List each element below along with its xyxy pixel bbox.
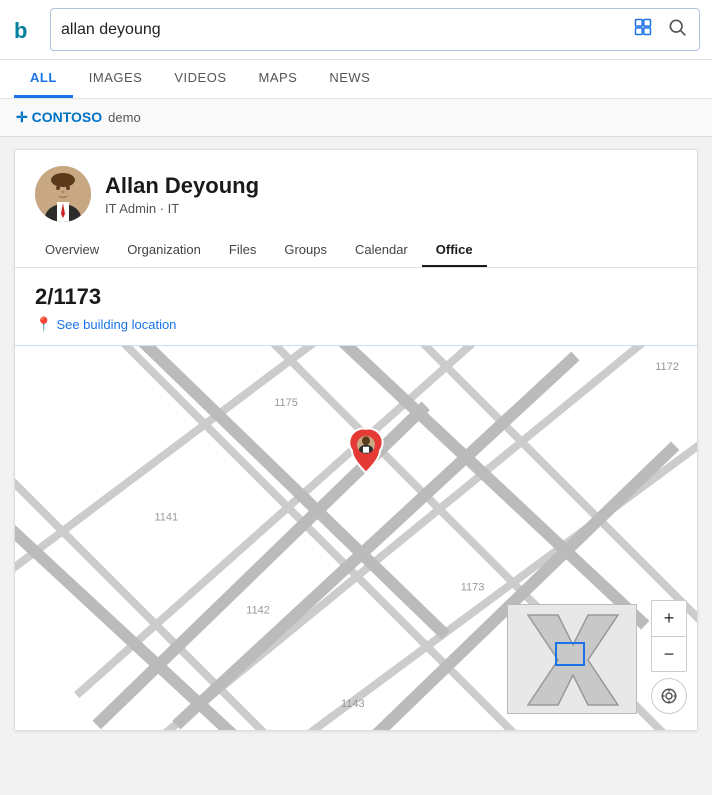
see-building: 📍 See building location (35, 316, 677, 333)
contoso-logo: ✛ CONTOSO (16, 109, 102, 126)
search-submit-icon[interactable] (665, 15, 689, 44)
map-container: 1172 1175 1141 1142 1143 1173 (15, 345, 697, 730)
tab-calendar[interactable]: Calendar (341, 234, 422, 267)
search-icons (631, 15, 689, 44)
search-input[interactable] (61, 21, 631, 39)
tab-overview[interactable]: Overview (31, 234, 113, 267)
tab-images[interactable]: IMAGES (73, 60, 159, 98)
svg-text:1172: 1172 (655, 361, 679, 373)
svg-text:1141: 1141 (155, 512, 179, 524)
tab-groups[interactable]: Groups (270, 234, 341, 267)
contoso-demo-label: demo (108, 110, 141, 125)
mini-map (507, 604, 637, 714)
contoso-cross-icon: ✛ (16, 109, 28, 125)
see-building-link[interactable]: See building location (56, 317, 176, 332)
contoso-bar: ✛ CONTOSO demo (0, 99, 712, 137)
profile-header: Allan Deyoung IT Admin · IT (15, 150, 697, 234)
profile-tabs: Overview Organization Files Groups Calen… (15, 234, 697, 268)
tab-office[interactable]: Office (422, 234, 487, 267)
svg-text:1175: 1175 (274, 397, 298, 409)
tab-organization[interactable]: Organization (113, 234, 215, 267)
location-icon: 📍 (35, 316, 52, 333)
profile-name: Allan Deyoung (105, 173, 259, 199)
tab-maps[interactable]: MAPS (242, 60, 313, 98)
contoso-brand-name: CONTOSO (32, 109, 103, 125)
tab-all[interactable]: ALL (14, 60, 73, 98)
tab-news[interactable]: NEWS (313, 60, 386, 98)
tab-files[interactable]: Files (215, 234, 270, 267)
profile-info: Allan Deyoung IT Admin · IT (105, 173, 259, 216)
svg-text:1173: 1173 (461, 581, 485, 593)
tab-videos[interactable]: VIDEOS (158, 60, 242, 98)
search-bar-area: b (0, 0, 712, 60)
svg-text:1143: 1143 (341, 698, 365, 710)
nav-tabs: ALL IMAGES VIDEOS MAPS NEWS (0, 60, 712, 99)
avatar (35, 166, 91, 222)
profile-role: IT Admin · IT (105, 201, 259, 216)
my-location-button[interactable] (651, 678, 687, 714)
office-content: 2/1173 📍 See building location (15, 268, 697, 333)
main-card: Allan Deyoung IT Admin · IT Overview Org… (14, 149, 698, 731)
svg-text:1142: 1142 (246, 604, 270, 616)
svg-text:b: b (14, 18, 27, 43)
zoom-out-button[interactable]: − (651, 636, 687, 672)
visual-search-icon[interactable] (631, 15, 655, 44)
search-input-wrapper (50, 8, 700, 51)
zoom-in-button[interactable]: + (651, 600, 687, 636)
office-number: 2/1173 (35, 284, 677, 310)
map-controls: + − (651, 600, 687, 714)
bing-logo: b (12, 16, 40, 44)
